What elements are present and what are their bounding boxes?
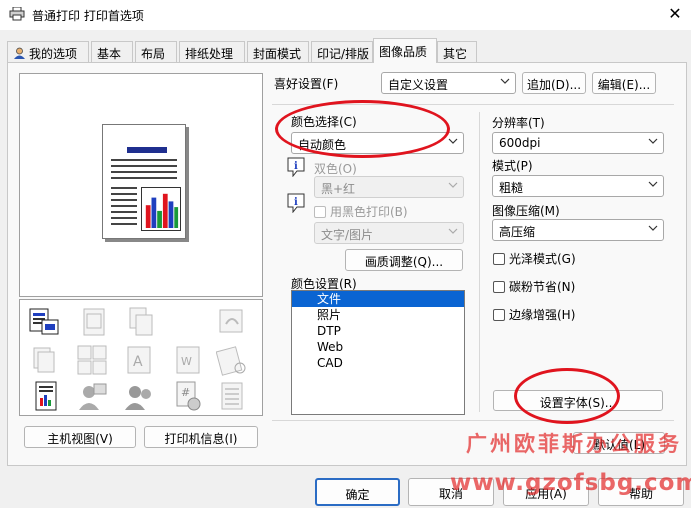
tab-my-options[interactable]: 我的选项	[7, 41, 89, 62]
annotation-ellipse	[514, 368, 620, 424]
svg-text:i: i	[294, 161, 298, 172]
checkbox-box	[493, 309, 505, 321]
user-icon	[14, 47, 25, 59]
chevron-down-icon	[448, 138, 458, 144]
black-print-select[interactable]: 文字/图片	[314, 222, 464, 244]
chevron-down-icon	[648, 225, 658, 231]
edge-enhance-checkbox[interactable]: 边缘增强(H)	[493, 306, 575, 323]
add-favorite-button[interactable]: 追加(D)...	[522, 72, 586, 94]
list-item-cad[interactable]: CAD	[292, 355, 464, 371]
tab-bar: 我的选项 基本 布局 排纸处理 封面模式 印记/排版 图像品质 其它	[7, 38, 687, 63]
svg-text:W: W	[181, 355, 192, 368]
quality-adjust-button[interactable]: 画质调整(Q)...	[345, 249, 463, 271]
copy-pages-icon	[129, 307, 153, 336]
scan-page-icon	[216, 346, 246, 376]
preview-page	[102, 124, 186, 239]
svg-text:i: i	[294, 197, 298, 208]
compression-label: 图像压缩(M)	[492, 204, 560, 218]
preview-text-line	[111, 159, 177, 161]
preview-text-line	[111, 187, 137, 189]
tab-basic[interactable]: 基本	[91, 41, 133, 62]
preview-text-line	[111, 165, 177, 167]
list-item-document[interactable]: 文件	[292, 291, 464, 307]
svg-text:#: #	[181, 386, 190, 399]
preview-text-line	[111, 205, 137, 207]
divider	[479, 112, 480, 412]
two-color-label: 双色(O)	[314, 162, 357, 176]
secure-print-icon: #	[176, 381, 201, 411]
toner-save-checkbox[interactable]: 碳粉节省(N)	[493, 278, 575, 295]
preview-text-line	[111, 193, 137, 195]
compression-select[interactable]: 高压缩	[492, 219, 664, 241]
printer-info-button[interactable]: 打印机信息(I)	[144, 426, 258, 448]
tab-cover-mode[interactable]: 封面模式	[247, 41, 309, 62]
stack-pages-icon	[33, 347, 55, 373]
chevron-down-icon	[448, 228, 458, 234]
preview-text-line	[111, 199, 137, 201]
preview-text-line	[111, 171, 177, 173]
divider	[272, 420, 674, 421]
watermark-company: 广州欧菲斯办公服务	[466, 432, 682, 456]
chevron-down-icon	[500, 78, 510, 84]
chevron-down-icon	[448, 182, 458, 188]
tab-layout[interactable]: 布局	[135, 41, 177, 62]
list-item-web[interactable]: Web	[292, 339, 464, 355]
ok-button[interactable]: 确定	[315, 478, 400, 506]
black-print-checkbox[interactable]: 用黑色打印(B)	[314, 203, 408, 220]
resolution-label: 分辨率(T)	[492, 116, 545, 130]
printer-icon	[9, 7, 25, 21]
close-icon[interactable]: ✕	[664, 3, 686, 25]
list-item-photo[interactable]: 照片	[292, 307, 464, 323]
preview-text-line	[111, 223, 137, 225]
chevron-down-icon	[648, 181, 658, 187]
watermark-url: www.gzofsbg.com	[450, 470, 691, 496]
annotation-ellipse	[275, 100, 450, 158]
multi-page-icon	[77, 345, 107, 375]
watermark-page-icon: W	[176, 346, 200, 374]
mode-select[interactable]: 粗糙	[492, 175, 664, 197]
user-auth-icon	[79, 383, 107, 410]
preview-text-line	[111, 211, 137, 213]
preview-chart-icon	[141, 187, 181, 231]
preview-text-line	[111, 217, 137, 219]
checkbox-box	[493, 253, 505, 265]
two-color-select[interactable]: 黑+红	[314, 176, 464, 198]
preview-header-bar	[127, 147, 167, 153]
preview-text-line	[111, 177, 177, 179]
list-item-dtp[interactable]: DTP	[292, 323, 464, 339]
title-bar: 普通打印 打印首选项 ✕	[0, 0, 691, 30]
favorites-select[interactable]: 自定义设置	[381, 72, 516, 94]
tab-image-quality[interactable]: 图像品质	[373, 38, 437, 63]
function-icon-panel: A W #	[19, 299, 263, 416]
account-track-icon	[125, 386, 151, 410]
tab-stamp-layout[interactable]: 印记/排版	[311, 41, 373, 62]
color-settings-list: 文件 照片 DTP Web CAD	[291, 290, 465, 415]
edit-favorite-button[interactable]: 编辑(E)...	[592, 72, 656, 94]
checkbox-box	[493, 281, 505, 293]
checkbox-box	[314, 206, 326, 218]
host-view-button[interactable]: 主机视图(V)	[24, 426, 136, 448]
info-icon[interactable]: i	[287, 193, 305, 213]
chevron-down-icon	[648, 138, 658, 144]
tab-other[interactable]: 其它	[437, 41, 477, 62]
text-overlay-icon: A	[127, 346, 151, 374]
color-document-icon	[29, 308, 59, 335]
info-icon[interactable]: i	[287, 157, 305, 177]
rotate-page-icon	[219, 309, 243, 333]
booklet-icon	[83, 308, 105, 336]
svg-text:A: A	[133, 354, 143, 370]
mode-label: 模式(P)	[492, 159, 533, 173]
text-list-icon	[221, 382, 243, 410]
gloss-mode-checkbox[interactable]: 光泽模式(G)	[493, 250, 576, 267]
color-chart-page-icon	[35, 381, 57, 411]
window-title: 普通打印 打印首选项	[32, 9, 144, 23]
favorites-label: 喜好设置(F)	[274, 77, 339, 91]
tab-paper-handling[interactable]: 排纸处理	[179, 41, 245, 62]
print-preview	[19, 73, 263, 297]
resolution-select[interactable]: 600dpi	[492, 132, 664, 154]
